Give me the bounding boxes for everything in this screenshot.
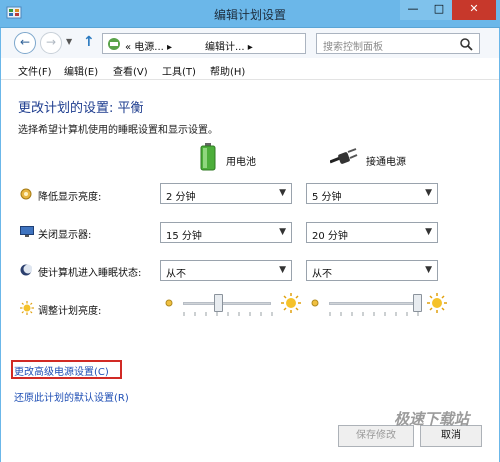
search-icon[interactable] (459, 37, 473, 51)
title-bar: 编辑计划设置 — □ ✕ (0, 0, 500, 28)
chevron-down-icon: ▼ (279, 188, 286, 198)
maximize-button[interactable]: □ (426, 0, 452, 20)
bright-sun-icon (427, 293, 447, 313)
moon-icon (20, 264, 32, 276)
dim-display-battery-select[interactable]: 2 分钟 ▼ (160, 183, 292, 204)
brightness-battery-slider[interactable] (163, 292, 303, 316)
up-button[interactable]: ↑ (83, 34, 95, 50)
chevron-down-icon: ▼ (279, 265, 286, 275)
search-placeholder: 搜索控制面板 (323, 42, 383, 53)
chevron-down-icon: ▼ (425, 188, 432, 198)
minimize-button[interactable]: — (400, 0, 426, 20)
select-value: 从不 (312, 269, 332, 280)
row-label-dim-display: 降低显示亮度: (38, 192, 102, 203)
turn-off-display-plugged-select[interactable]: 20 分钟 ▼ (306, 222, 438, 243)
slider-ticks (183, 312, 273, 316)
page-title: 更改计划的设置: 平衡 (18, 101, 144, 116)
monitor-icon (20, 226, 34, 237)
search-input[interactable]: 搜索控制面板 (316, 33, 480, 54)
chevron-down-icon: ▼ (425, 265, 432, 275)
sleep-battery-select[interactable]: 从不 ▼ (160, 260, 292, 281)
close-button[interactable]: ✕ (452, 0, 496, 20)
turn-off-display-battery-select[interactable]: 15 分钟 ▼ (160, 222, 292, 243)
row-label-turn-off-display: 关闭显示器: (38, 230, 92, 241)
breadcrumb-power[interactable]: « 电源... ▸ (125, 38, 172, 53)
restore-defaults-link[interactable]: 还原此计划的默认设置(R) (14, 389, 129, 404)
chevron-down-icon: ▼ (279, 227, 286, 237)
dim-display-icon (20, 188, 32, 200)
battery-icon (200, 143, 216, 171)
control-panel-icon (108, 38, 120, 50)
row-label-brightness: 调整计划亮度: (38, 306, 102, 317)
power-plug-icon (330, 148, 358, 164)
row-label-sleep: 使计算机进入睡眠状态: (38, 268, 142, 279)
sleep-plugged-select[interactable]: 从不 ▼ (306, 260, 438, 281)
select-value: 15 分钟 (166, 231, 202, 242)
slider-track (183, 302, 271, 305)
window-border-left (0, 28, 1, 462)
select-value: 2 分钟 (166, 192, 196, 203)
dim-sun-icon (311, 299, 319, 307)
slider-track (329, 302, 417, 305)
breadcrumb-edit-plan[interactable]: 编辑计... ▸ (205, 38, 253, 53)
menu-help[interactable]: 帮助(H) (210, 63, 245, 78)
menu-tools[interactable]: 工具(T) (162, 63, 196, 78)
menu-bar: 文件(F) 编辑(E) 查看(V) 工具(T) 帮助(H) (0, 58, 500, 80)
back-button[interactable]: ← (14, 32, 36, 54)
address-bar[interactable]: « 电源... ▸ 编辑计... ▸ ▼ ↻ (102, 33, 401, 54)
page-subtitle: 选择希望计算机使用的睡眠设置和显示设置。 (18, 125, 218, 136)
watermark: 极速下载站 (394, 410, 470, 428)
dim-sun-icon (165, 299, 173, 307)
brightness-plugged-slider[interactable] (309, 292, 449, 316)
select-value: 20 分钟 (312, 231, 348, 242)
menu-file[interactable]: 文件(F) (18, 63, 52, 78)
recent-pages-dropdown-icon[interactable]: ▼ (66, 37, 72, 46)
dim-display-plugged-select[interactable]: 5 分钟 ▼ (306, 183, 438, 204)
menu-edit[interactable]: 编辑(E) (64, 63, 98, 78)
bright-sun-icon (281, 293, 301, 313)
select-value: 从不 (166, 269, 186, 280)
slider-thumb[interactable] (412, 294, 422, 312)
select-value: 5 分钟 (312, 192, 342, 203)
address-toolbar: ← → ▼ ↑ « 电源... ▸ 编辑计... ▸ ▼ ↻ 搜索控制面板 (0, 28, 500, 58)
column-plugged-in: 接通电源 (366, 157, 406, 168)
column-on-battery: 用电池 (226, 157, 256, 168)
chevron-down-icon: ▼ (425, 227, 432, 237)
slider-thumb[interactable] (213, 294, 223, 312)
menu-view[interactable]: 查看(V) (113, 63, 148, 78)
advanced-power-settings-link[interactable]: 更改高级电源设置(C) (14, 363, 109, 378)
slider-ticks (329, 312, 419, 316)
sun-icon (20, 301, 34, 315)
forward-button[interactable]: → (40, 32, 62, 54)
